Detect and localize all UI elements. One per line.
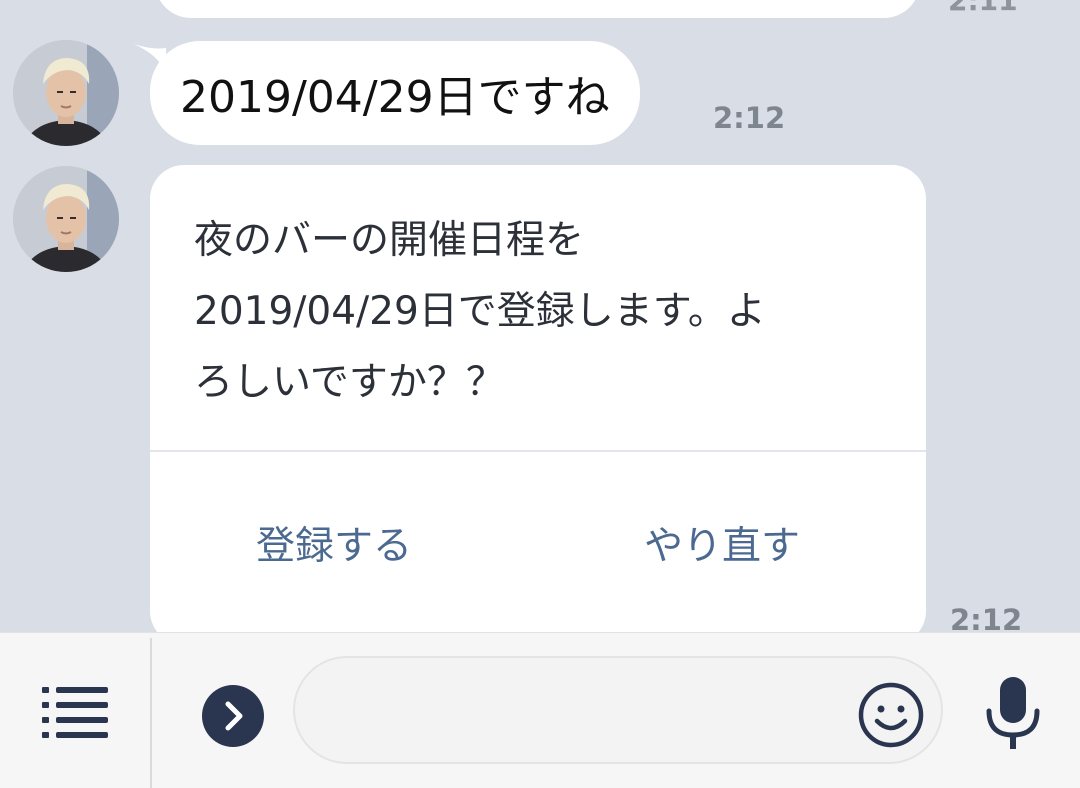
sender-avatar[interactable] bbox=[13, 40, 119, 146]
avatar-image bbox=[13, 166, 119, 272]
message-input[interactable] bbox=[293, 656, 943, 764]
previous-message-bubble bbox=[155, 0, 920, 18]
confirm-card: 夜のバーの開催日程を 2019/04/29日で登録します。よ ろしいですか？？ … bbox=[150, 165, 926, 632]
input-bar bbox=[0, 632, 1080, 788]
microphone-icon[interactable] bbox=[983, 677, 1043, 751]
expand-button[interactable] bbox=[202, 685, 264, 747]
emoji-icon[interactable] bbox=[857, 681, 925, 749]
message-time: 2:12 bbox=[713, 101, 786, 135]
message-bubble[interactable]: 2019/04/29日ですね bbox=[150, 41, 640, 145]
avatar-image bbox=[13, 40, 119, 146]
previous-message-time: 2:11 bbox=[948, 0, 1018, 17]
menu-icon[interactable] bbox=[42, 687, 108, 739]
sender-avatar[interactable] bbox=[13, 166, 119, 272]
retry-button[interactable]: やり直す bbox=[644, 515, 800, 571]
chat-area: 2:11 2019/04/29日ですね 2:12 夜のバーの開催日程を 2019… bbox=[0, 0, 1080, 632]
confirm-card-line: 2019/04/29日で登録します。よ bbox=[194, 289, 766, 334]
card-time: 2:12 bbox=[950, 603, 1023, 632]
confirm-card-line: ろしいですか？？ bbox=[194, 360, 505, 405]
message-text: 2019/04/29日ですね bbox=[180, 72, 610, 123]
register-button[interactable]: 登録する bbox=[256, 515, 412, 571]
card-divider bbox=[150, 450, 926, 452]
bar-separator bbox=[150, 638, 152, 788]
chevron-right-icon bbox=[225, 701, 243, 731]
confirm-card-line: 夜のバーの開催日程を bbox=[194, 218, 585, 263]
confirm-card-message: 夜のバーの開催日程を 2019/04/29日で登録します。よ ろしいですか？？ bbox=[194, 205, 894, 418]
